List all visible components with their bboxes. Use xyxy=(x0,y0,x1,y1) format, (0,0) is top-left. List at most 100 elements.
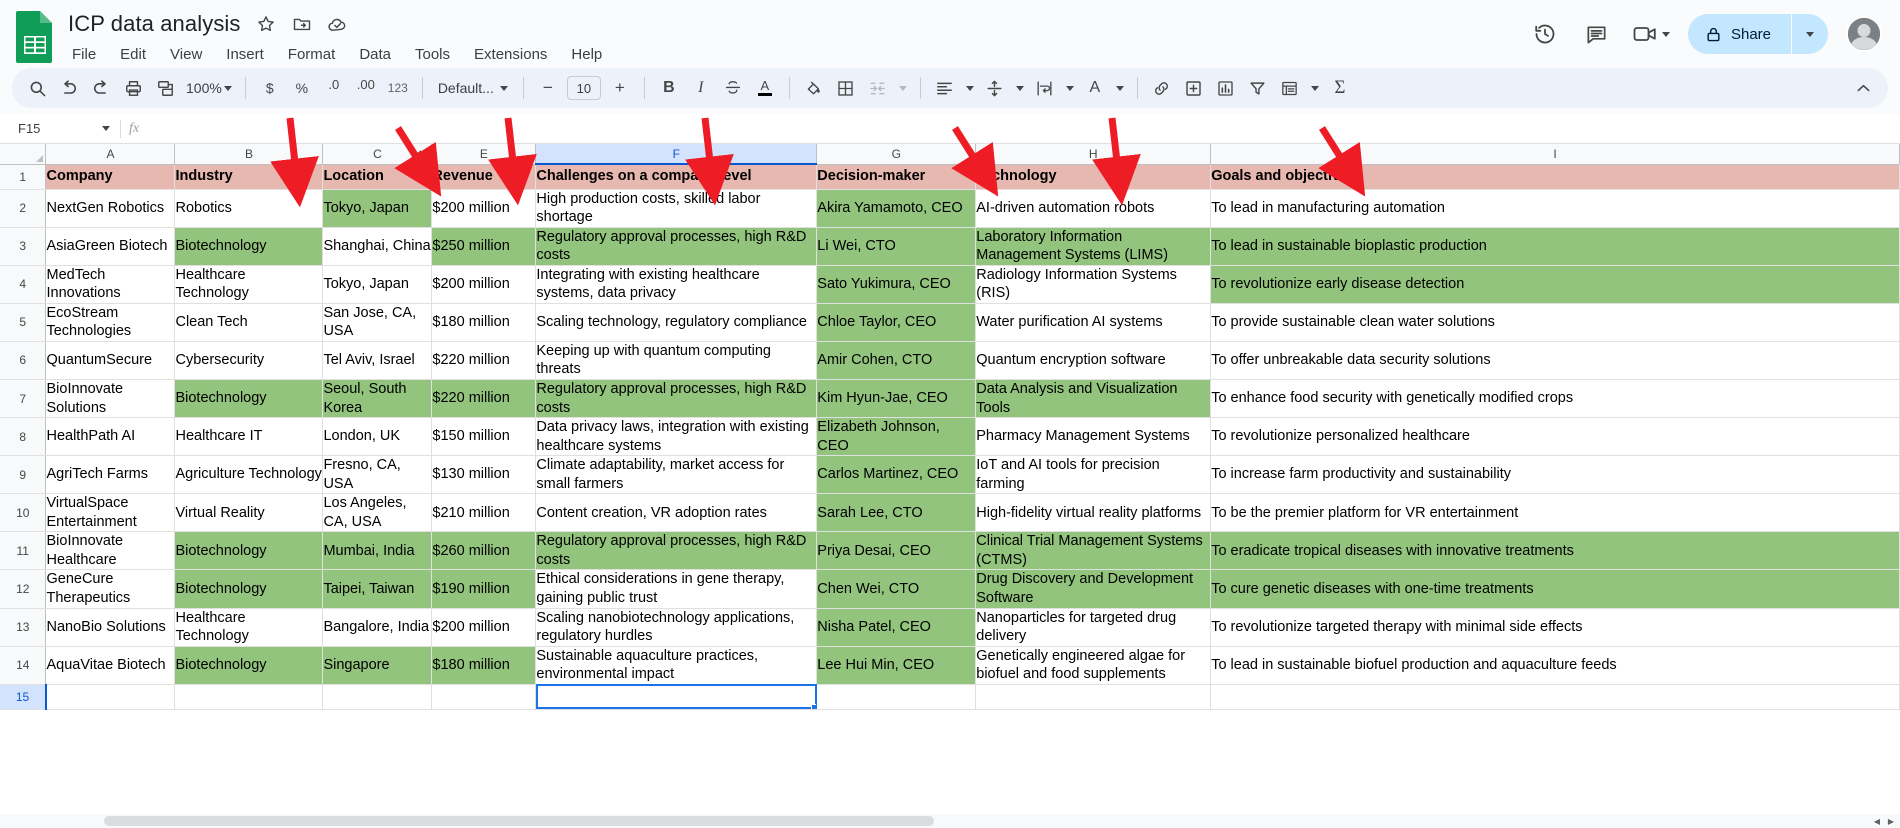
cell-C9[interactable]: Fresno, CA, USA xyxy=(322,455,433,495)
cell-C5[interactable]: San Jose, CA, USA xyxy=(322,303,433,342)
cell-C2[interactable]: Tokyo, Japan xyxy=(322,189,433,228)
text-color-button[interactable]: A xyxy=(750,73,780,103)
cell-I7[interactable]: To enhance food security with geneticall… xyxy=(1210,379,1900,419)
cell-E13[interactable]: $200 million xyxy=(431,608,537,647)
cell-H9[interactable]: IoT and AI tools for precision farming xyxy=(975,455,1212,495)
row-header-12[interactable]: 12 xyxy=(0,569,47,609)
cell-C1[interactable]: Location xyxy=(322,164,433,190)
cell-C13[interactable]: Bangalore, India xyxy=(322,608,433,647)
cell-E1[interactable]: Revenue xyxy=(431,164,537,190)
column-header-G[interactable]: G xyxy=(816,144,977,165)
menu-format[interactable]: Format xyxy=(284,44,340,65)
scrollbar-track[interactable] xyxy=(56,815,1876,827)
show-hidden-column-left-icon[interactable] xyxy=(416,149,422,158)
format-currency-button[interactable]: $ xyxy=(255,73,285,103)
cell-H3[interactable]: Laboratory Information Management System… xyxy=(975,227,1212,266)
cell-I3[interactable]: To lead in sustainable bioplastic produc… xyxy=(1210,227,1900,266)
column-header-B[interactable]: B xyxy=(174,144,324,165)
cell-F15[interactable] xyxy=(535,684,818,710)
cell-C12[interactable]: Taipei, Taiwan xyxy=(322,569,433,609)
cell-I12[interactable]: To cure genetic diseases with one-time t… xyxy=(1210,569,1900,609)
row-header-14[interactable]: 14 xyxy=(0,646,47,685)
cell-B1[interactable]: Industry xyxy=(174,164,324,190)
cell-G2[interactable]: Akira Yamamoto, CEO xyxy=(816,189,977,228)
cell-B11[interactable]: Biotechnology xyxy=(174,531,324,571)
cell-E8[interactable]: $150 million xyxy=(431,417,537,457)
chevron-down-icon[interactable] xyxy=(1661,31,1670,37)
cell-B7[interactable]: Biotechnology xyxy=(174,379,324,419)
cell-H7[interactable]: Data Analysis and Visualization Tools xyxy=(975,379,1212,419)
cell-C14[interactable]: Singapore xyxy=(322,646,433,685)
cell-F14[interactable]: Sustainable aquaculture practices, envir… xyxy=(535,646,818,685)
cell-F13[interactable]: Scaling nanobiotechnology applications, … xyxy=(535,608,818,647)
cell-G9[interactable]: Carlos Martinez, CEO xyxy=(816,455,977,495)
cell-I14[interactable]: To lead in sustainable biofuel productio… xyxy=(1210,646,1900,685)
text-rotation-dropdown-icon[interactable] xyxy=(1112,73,1128,103)
cell-G14[interactable]: Lee Hui Min, CEO xyxy=(816,646,977,685)
cell-A4[interactable]: MedTech Innovations xyxy=(45,265,176,304)
cell-E9[interactable]: $130 million xyxy=(431,455,537,495)
sum-icon[interactable]: Σ xyxy=(1325,73,1355,103)
cell-A7[interactable]: BioInnovate Solutions xyxy=(45,379,176,419)
cell-G1[interactable]: Decision-maker xyxy=(816,164,977,190)
cell-F3[interactable]: Regulatory approval processes, high R&D … xyxy=(535,227,818,266)
cell-E4[interactable]: $200 million xyxy=(431,265,537,304)
cell-C4[interactable]: Tokyo, Japan xyxy=(322,265,433,304)
cell-H10[interactable]: High-fidelity virtual reality platforms xyxy=(975,493,1212,533)
user-avatar[interactable] xyxy=(1846,16,1882,52)
row-header-7[interactable]: 7 xyxy=(0,379,47,419)
cell-I4[interactable]: To revolutionize early disease detection xyxy=(1210,265,1900,304)
cell-B5[interactable]: Clean Tech xyxy=(174,303,324,342)
cloud-saved-icon[interactable] xyxy=(327,13,349,35)
column-header-E[interactable]: E xyxy=(431,144,537,165)
undo-icon[interactable] xyxy=(54,73,84,103)
vertical-align-icon[interactable] xyxy=(980,73,1010,103)
functions-icon[interactable] xyxy=(1275,73,1305,103)
move-to-folder-icon[interactable] xyxy=(291,13,313,35)
print-icon[interactable] xyxy=(118,73,148,103)
cell-G11[interactable]: Priya Desai, CEO xyxy=(816,531,977,571)
functions-dropdown-icon[interactable] xyxy=(1307,73,1323,103)
cell-A5[interactable]: EcoStream Technologies xyxy=(45,303,176,342)
cell-C6[interactable]: Tel Aviv, Israel xyxy=(322,341,433,380)
cell-F8[interactable]: Data privacy laws, integration with exis… xyxy=(535,417,818,457)
cell-I2[interactable]: To lead in manufacturing automation xyxy=(1210,189,1900,228)
cell-F6[interactable]: Keeping up with quantum computing threat… xyxy=(535,341,818,380)
menu-data[interactable]: Data xyxy=(355,44,395,65)
cell-E10[interactable]: $210 million xyxy=(431,493,537,533)
cell-G15[interactable] xyxy=(816,684,977,710)
font-size-input[interactable]: 10 xyxy=(566,76,601,100)
scrollbar-thumb[interactable] xyxy=(104,816,934,826)
collapse-toolbar-icon[interactable] xyxy=(1848,73,1878,103)
cell-A2[interactable]: NextGen Robotics xyxy=(45,189,176,228)
redo-icon[interactable] xyxy=(86,73,116,103)
zoom-selector[interactable]: 100% xyxy=(182,80,236,96)
cell-G4[interactable]: Sato Yukimura, CEO xyxy=(816,265,977,304)
cell-E15[interactable] xyxy=(431,684,537,710)
increase-decimal-button[interactable]: .00 xyxy=(351,73,381,103)
italic-button[interactable]: I xyxy=(686,73,716,103)
cell-F4[interactable]: Integrating with existing healthcare sys… xyxy=(535,265,818,304)
format-percent-button[interactable]: % xyxy=(287,73,317,103)
row-header-4[interactable]: 4 xyxy=(0,265,47,304)
cell-F12[interactable]: Ethical considerations in gene therapy, … xyxy=(535,569,818,609)
cell-H5[interactable]: Water purification AI systems xyxy=(975,303,1212,342)
scroll-left-icon[interactable]: ◀ xyxy=(1870,814,1884,828)
row-header-10[interactable]: 10 xyxy=(0,493,47,533)
cell-B12[interactable]: Biotechnology xyxy=(174,569,324,609)
row-header-11[interactable]: 11 xyxy=(0,531,47,571)
row-header-9[interactable]: 9 xyxy=(0,455,47,495)
cell-E6[interactable]: $220 million xyxy=(431,341,537,380)
bold-button[interactable]: B xyxy=(654,73,684,103)
cell-B4[interactable]: Healthcare Technology xyxy=(174,265,324,304)
text-wrapping-icon[interactable] xyxy=(1030,73,1060,103)
fill-color-icon[interactable] xyxy=(799,73,829,103)
cell-B8[interactable]: Healthcare IT xyxy=(174,417,324,457)
cell-F11[interactable]: Regulatory approval processes, high R&D … xyxy=(535,531,818,571)
cell-G7[interactable]: Kim Hyun-Jae, CEO xyxy=(816,379,977,419)
cell-B10[interactable]: Virtual Reality xyxy=(174,493,324,533)
column-header-A[interactable]: A xyxy=(45,144,176,165)
column-header-I[interactable]: I xyxy=(1210,144,1900,165)
cell-B3[interactable]: Biotechnology xyxy=(174,227,324,266)
menu-file[interactable]: File xyxy=(68,44,100,65)
